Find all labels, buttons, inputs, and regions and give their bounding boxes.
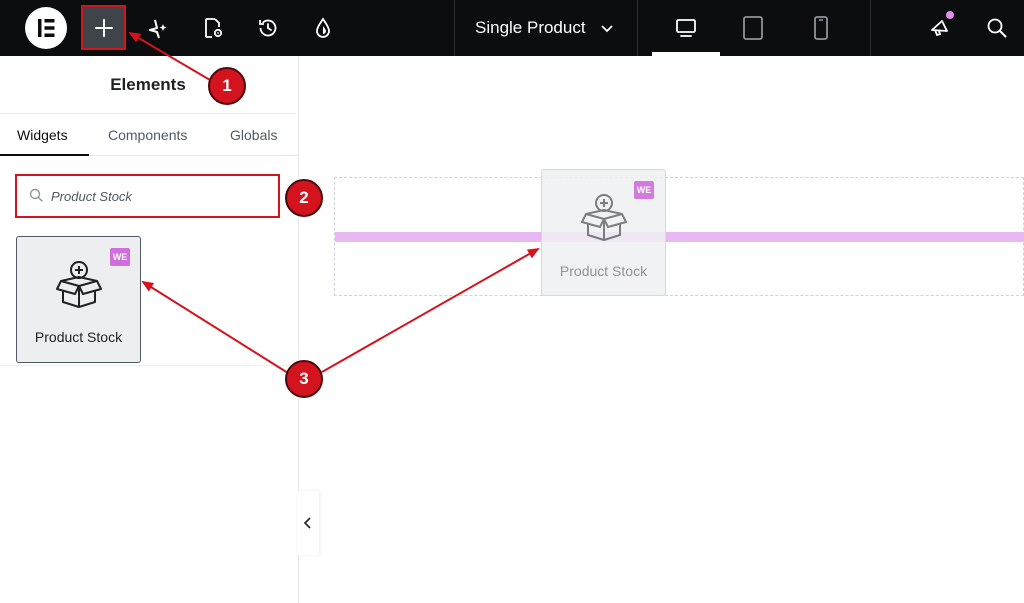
search-icon xyxy=(29,188,43,202)
product-stock-box-icon xyxy=(56,261,102,308)
screenshot-root: Single Product Elements Widgets Componen… xyxy=(0,0,1024,603)
elementor-logo-icon[interactable] xyxy=(25,7,67,49)
mobile-view-button[interactable] xyxy=(799,6,843,50)
chevron-down-icon xyxy=(601,25,613,33)
search-icon xyxy=(987,18,1007,38)
add-element-button[interactable] xyxy=(81,5,126,50)
desktop-view-button[interactable] xyxy=(664,6,708,50)
page-selector[interactable]: Single Product xyxy=(455,0,637,56)
announcements-button[interactable] xyxy=(918,6,962,50)
theme-style-button[interactable] xyxy=(301,6,345,50)
tablet-icon xyxy=(743,16,763,40)
history-icon xyxy=(259,19,277,37)
active-tab-indicator xyxy=(0,154,89,156)
panel-tabs: Widgets Components Globals xyxy=(0,114,299,156)
tablet-view-button[interactable] xyxy=(731,6,775,50)
active-device-indicator xyxy=(652,52,720,56)
toolbar-divider xyxy=(637,0,638,56)
mobile-icon xyxy=(814,16,828,40)
widget-label: Product Stock xyxy=(34,329,123,345)
product-stock-box-icon xyxy=(581,194,627,241)
page-selector-value: Single Product xyxy=(475,18,586,37)
announcements-icon xyxy=(931,20,948,37)
panel-divider xyxy=(0,365,299,366)
page-settings-icon xyxy=(205,18,223,38)
theme-style-icon xyxy=(316,17,330,38)
collapse-panel-button[interactable] xyxy=(297,491,319,555)
dragged-widget-label: Product Stock xyxy=(559,263,648,279)
callout-2: 2 xyxy=(285,179,323,217)
plus-icon xyxy=(94,18,113,37)
top-bar: Single Product xyxy=(0,0,1024,56)
widget-search-box xyxy=(15,174,280,218)
callout-3: 3 xyxy=(285,360,323,398)
page-settings-button[interactable] xyxy=(191,6,235,50)
ai-sparkle-button[interactable] xyxy=(136,6,180,50)
widget-search-input[interactable] xyxy=(51,185,271,207)
tab-globals[interactable]: Globals xyxy=(230,114,277,156)
notification-dot xyxy=(946,11,954,19)
pro-badge: WE xyxy=(634,181,654,199)
tab-components[interactable]: Components xyxy=(108,114,187,156)
dragged-widget-preview[interactable]: WE Product Stock xyxy=(541,169,666,296)
history-button[interactable] xyxy=(246,6,290,50)
tab-widgets[interactable]: Widgets xyxy=(17,114,68,156)
sparkle-icon xyxy=(149,19,167,39)
widget-product-stock[interactable]: WE Product Stock xyxy=(16,236,141,363)
toolbar-divider xyxy=(870,0,871,56)
panel-title: Elements xyxy=(0,56,296,114)
elements-panel: Elements Widgets Components Globals WE xyxy=(0,56,299,603)
desktop-icon xyxy=(676,19,696,37)
callout-1: 1 xyxy=(208,67,246,105)
search-button[interactable] xyxy=(975,6,1019,50)
chevron-left-icon xyxy=(303,517,311,529)
pro-badge: WE xyxy=(110,248,130,266)
drop-indicator-line xyxy=(335,232,1024,242)
